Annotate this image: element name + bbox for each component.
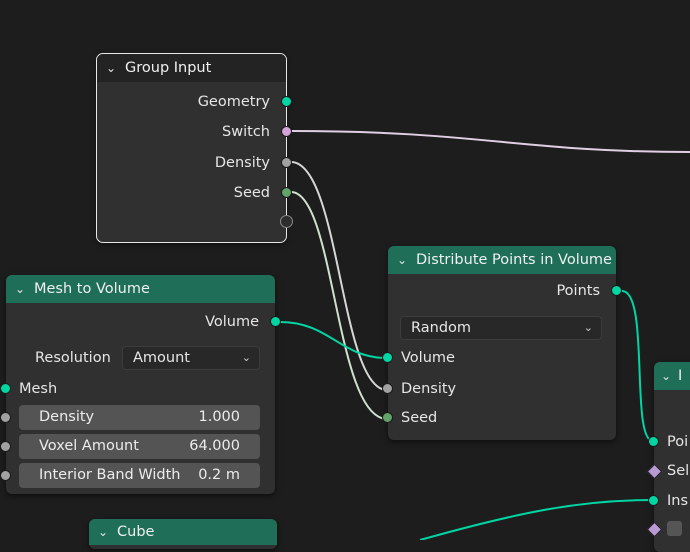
output-switch-label: Switch: [222, 124, 270, 140]
instance-input-socket[interactable]: [648, 495, 659, 506]
resolution-label: Resolution: [35, 350, 111, 366]
output-points-label: Points: [556, 283, 600, 299]
field-label: Density: [39, 409, 95, 425]
node-distribute-points-in-volume[interactable]: ⌄ Distribute Points in Volume Points Ran…: [382, 246, 622, 440]
chevron-down-icon[interactable]: ⌄: [6, 282, 34, 296]
volume-input-socket[interactable]: [382, 352, 393, 363]
points-output-socket[interactable]: [611, 285, 622, 296]
input-seed-label: Seed: [401, 410, 438, 426]
node-group-input[interactable]: ⌄ Group Input Geometry Switch Density Se…: [96, 53, 293, 243]
resolution-value: Amount: [133, 350, 190, 366]
input-selection-label: Sel: [667, 463, 690, 479]
mode-dropdown[interactable]: Random ⌄: [400, 316, 602, 340]
field-value: 1.000: [198, 409, 240, 425]
node-title: Mesh to Volume: [34, 281, 150, 297]
density-socket[interactable]: [281, 157, 292, 168]
node-title: Cube: [117, 524, 155, 540]
node-header[interactable]: ⌄ Cube: [89, 519, 277, 545]
input-density-label: Density: [401, 381, 457, 397]
link-instance: [419, 499, 654, 540]
node-header[interactable]: ⌄ Mesh to Volume: [6, 275, 275, 303]
node-cube[interactable]: ⌄ Cube: [89, 519, 277, 549]
field-label: Interior Band Width: [39, 467, 181, 483]
density-field[interactable]: Density 1.000: [19, 405, 260, 430]
link-points: [621, 290, 654, 442]
node-partial-right[interactable]: ⌄ I Poi Sel Ins: [646, 362, 690, 552]
density-input-socket[interactable]: [0, 412, 11, 423]
density-input-socket[interactable]: [382, 383, 393, 394]
chevron-down-icon[interactable]: ⌄: [97, 61, 125, 75]
node-title: Group Input: [125, 60, 212, 76]
mesh-input-socket[interactable]: [0, 383, 11, 394]
field-value: 64.000: [189, 438, 240, 454]
node-header[interactable]: ⌄ Distribute Points in Volume: [388, 246, 616, 274]
geometry-socket[interactable]: [281, 96, 292, 107]
link-volume: [279, 321, 388, 359]
interior-band-width-input-socket[interactable]: [0, 470, 11, 481]
field-label: Voxel Amount: [39, 438, 139, 454]
node-header[interactable]: ⌄ Group Input: [97, 54, 286, 82]
voxel-amount-input-socket[interactable]: [0, 441, 11, 452]
input-points-label: Poi: [667, 434, 689, 450]
seed-input-socket[interactable]: [382, 412, 393, 423]
input-mesh-label: Mesh: [19, 381, 58, 397]
chevron-down-icon[interactable]: ⌄: [654, 369, 678, 383]
volume-output-socket[interactable]: [270, 316, 281, 327]
field-value: 0.2 m: [198, 467, 240, 483]
input-volume-label: Volume: [401, 350, 455, 366]
link-switch: [290, 130, 690, 153]
mode-value: Random: [411, 320, 472, 336]
output-density-label: Density: [214, 155, 270, 171]
output-seed-label: Seed: [233, 185, 270, 201]
chevron-down-icon[interactable]: ⌄: [388, 253, 416, 267]
points-input-socket[interactable]: [648, 436, 659, 447]
pick-instance-checkbox[interactable]: [667, 521, 682, 536]
link-seed: [290, 191, 388, 420]
resolution-dropdown[interactable]: Amount ⌄: [122, 346, 260, 370]
chevron-down-icon: ⌄: [241, 351, 251, 364]
chevron-down-icon: ⌄: [583, 321, 593, 334]
node-mesh-to-volume[interactable]: ⌄ Mesh to Volume Volume Resolution Amoun…: [0, 275, 281, 494]
switch-socket[interactable]: [281, 126, 292, 137]
input-instance-label: Ins: [667, 493, 689, 509]
output-volume-label: Volume: [205, 314, 259, 330]
empty-socket[interactable]: [280, 215, 293, 228]
chevron-down-icon[interactable]: ⌄: [89, 525, 117, 539]
output-geometry-label: Geometry: [197, 94, 270, 110]
voxel-amount-field[interactable]: Voxel Amount 64.000: [19, 434, 260, 459]
node-title: I: [678, 368, 683, 384]
seed-socket[interactable]: [281, 187, 292, 198]
interior-band-width-field[interactable]: Interior Band Width 0.2 m: [19, 463, 260, 488]
node-title: Distribute Points in Volume: [416, 252, 612, 268]
node-header[interactable]: ⌄ I: [654, 362, 690, 390]
